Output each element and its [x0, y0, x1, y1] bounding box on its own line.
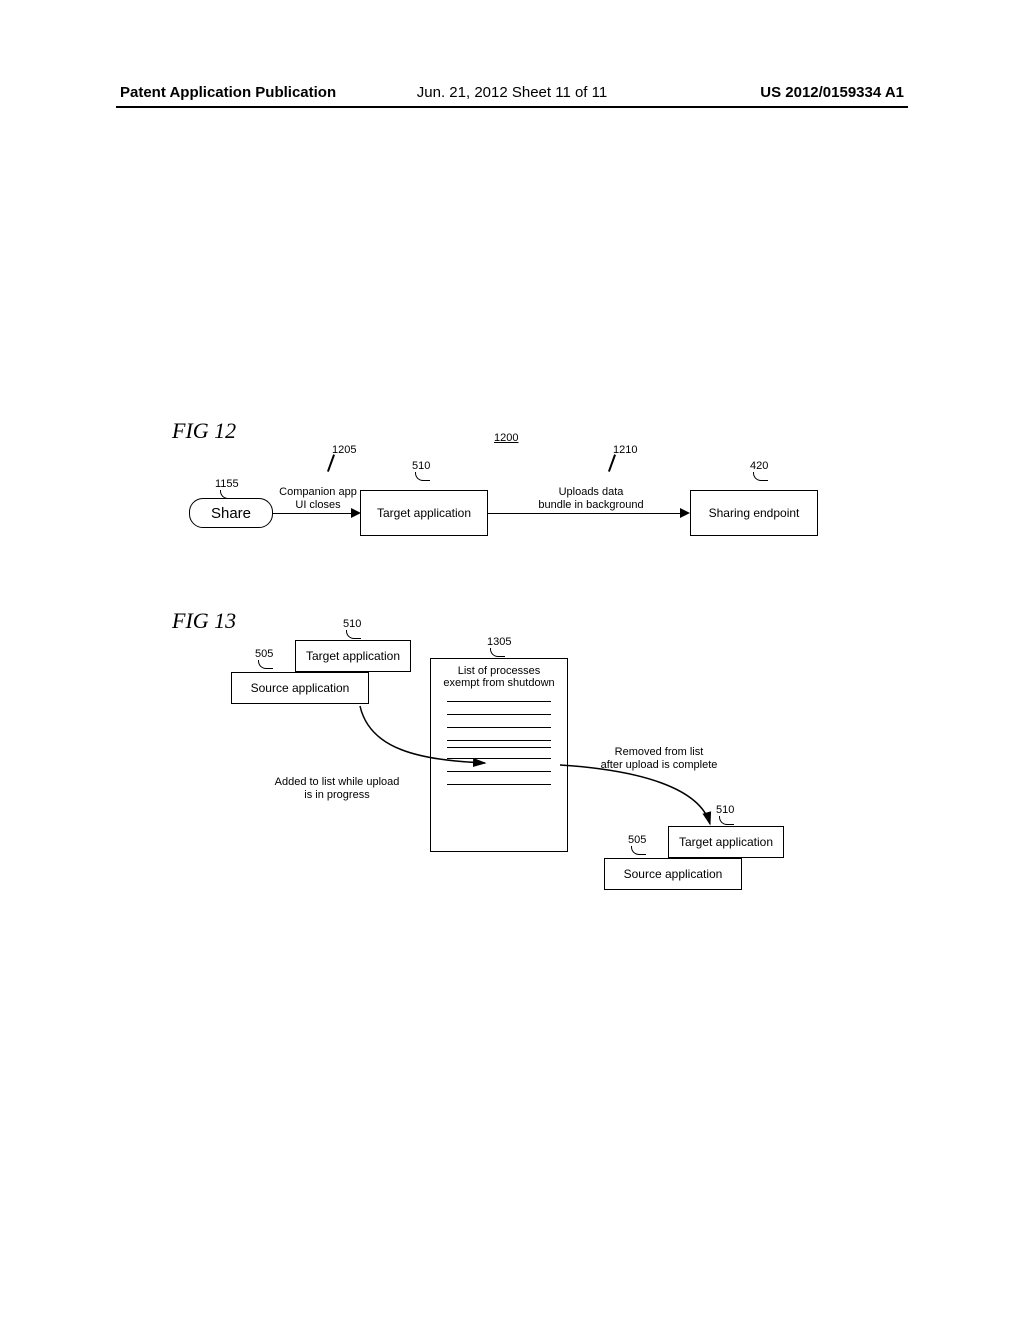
- arrow1-label-l1: Companion app: [279, 486, 357, 498]
- fig12-main-ref: 1200: [494, 432, 518, 444]
- arrow-in-caption: Added to list while upload is in progres…: [252, 776, 422, 802]
- ref-1155: 1155: [215, 478, 239, 490]
- arrowhead-2: [680, 508, 690, 518]
- arrow-in-l2: is in progress: [304, 789, 369, 801]
- target-application-box-a: Target application: [360, 490, 488, 536]
- arrow-out-l1: Removed from list: [615, 746, 704, 758]
- left-source-application-box: Source application: [231, 672, 369, 704]
- leader-420: [753, 472, 768, 481]
- sharing-endpoint-box: Sharing endpoint: [690, 490, 818, 536]
- list-line: [447, 784, 551, 785]
- slash-1210: [603, 456, 621, 474]
- ref-505-a: 505: [255, 648, 273, 660]
- arrow-in-l1: Added to list while upload: [275, 776, 400, 788]
- arrow1-label: Companion app UI closes: [278, 486, 358, 512]
- list-title-l2: exempt from shutdown: [435, 677, 563, 689]
- arrow-out-caption: Removed from list after upload is comple…: [594, 746, 724, 772]
- arrow2-label: Uploads data bundle in background: [527, 486, 655, 512]
- share-node: Share: [189, 498, 273, 528]
- ref-505-b: 505: [628, 834, 646, 846]
- slash-1205: [322, 456, 340, 474]
- header-rule: [116, 106, 908, 108]
- ref-1205: 1205: [332, 444, 356, 456]
- ref-510-c: 510: [716, 804, 734, 816]
- leader-510-b: [346, 630, 361, 639]
- ref-510-a: 510: [412, 460, 430, 472]
- list-highlight-row: [447, 747, 551, 759]
- arrow-share-to-target: [273, 513, 355, 514]
- list-line: [447, 714, 551, 715]
- list-line: [447, 771, 551, 772]
- leader-505-a: [258, 660, 273, 669]
- ref-420: 420: [750, 460, 768, 472]
- process-list-box: List of processes exempt from shutdown: [430, 658, 568, 852]
- leader-510-c: [719, 816, 734, 825]
- list-line: [447, 727, 551, 728]
- list-line: [447, 740, 551, 741]
- arrow2-label-l1: Uploads data: [559, 486, 624, 498]
- ref-1305: 1305: [487, 636, 511, 648]
- sheet-num: Jun. 21, 2012 Sheet 11 of 11: [120, 84, 904, 101]
- right-source-application-box: Source application: [604, 858, 742, 890]
- ref-510-b: 510: [343, 618, 361, 630]
- ref-1210: 1210: [613, 444, 637, 456]
- page-header: Patent Application Publication Jun. 21, …: [120, 84, 904, 101]
- left-target-application-box: Target application: [295, 640, 411, 672]
- fig12-label: FIG 12: [172, 418, 236, 444]
- arrow2-label-l2: bundle in background: [538, 499, 643, 511]
- fig13-label: FIG 13: [172, 608, 236, 634]
- arrow-out-l2: after upload is complete: [601, 759, 718, 771]
- right-target-application-box: Target application: [668, 826, 784, 858]
- leader-1305: [490, 648, 505, 657]
- leader-505-b: [631, 846, 646, 855]
- list-title-l1: List of processes: [435, 665, 563, 677]
- arrow1-label-l2: UI closes: [295, 499, 340, 511]
- arrow-target-to-endpoint: [488, 513, 684, 514]
- list-line: [447, 701, 551, 702]
- leader-510-a: [415, 472, 430, 481]
